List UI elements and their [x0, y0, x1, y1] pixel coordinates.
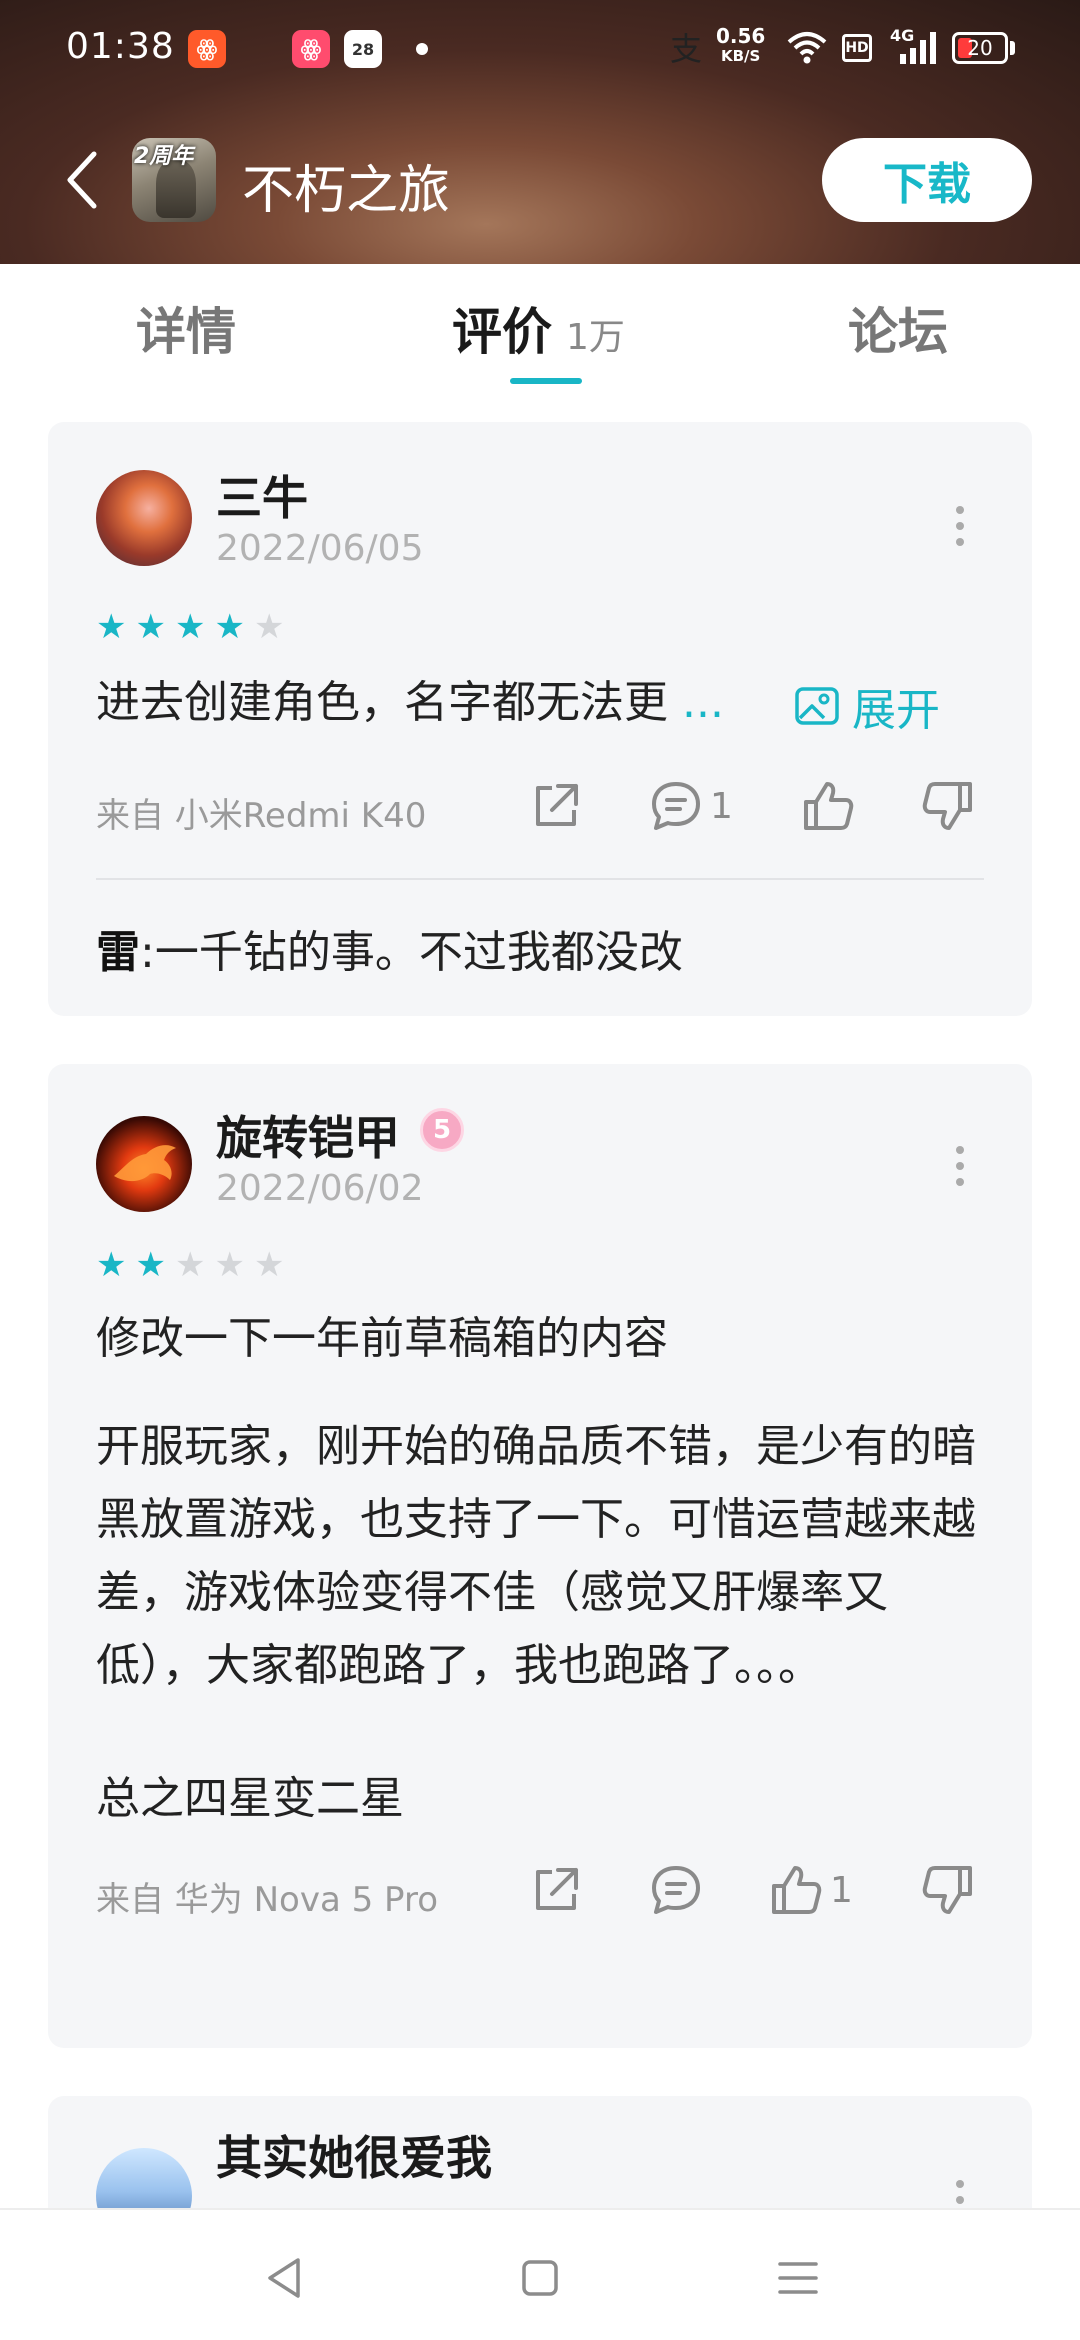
more-notifications-dot: [416, 43, 428, 55]
review-username[interactable]: 其实她很爱我: [216, 2122, 492, 2188]
share-icon: [536, 1868, 578, 1910]
star-filled-icon: ★: [174, 607, 206, 647]
reply-preview[interactable]: 雷:一千钻的事。不过我都没改: [96, 916, 683, 980]
star-rating: ★ ★ ★ ★ ★: [96, 610, 284, 644]
share-button[interactable]: [528, 1862, 584, 1918]
star-filled-icon: ★: [96, 1245, 127, 1285]
tab-details[interactable]: 详情: [136, 292, 236, 364]
thumbs-up-icon: [772, 1866, 822, 1914]
review-card[interactable]: 三牛 2022/06/05 ★ ★ ★ ★ ★ 进去创建角色，名字都无法更 ... 展开…: [48, 422, 1032, 1016]
more-options-icon[interactable]: [954, 1146, 966, 1186]
comment-icon: [652, 782, 700, 830]
system-navigation-bar: [0, 2208, 1080, 2340]
avatar[interactable]: [96, 470, 192, 566]
more-options-icon[interactable]: [954, 506, 966, 546]
thumbs-up-icon: [804, 782, 854, 830]
comment-button[interactable]: 1: [648, 778, 733, 834]
expand-button[interactable]: 展开: [794, 669, 940, 742]
signal-icon: [900, 32, 936, 64]
app-header: 01:38 ꙮ 支 ꙮ 28 0.56 KB/S HD 4G 20 2周年 不朽…: [0, 0, 1080, 264]
star-rating: ★ ★ ★ ★ ★: [96, 1248, 284, 1282]
tab-reviews[interactable]: 评价 1万: [452, 292, 625, 364]
app-notification-icon: ꙮ: [188, 30, 226, 68]
network-speed: 0.56 KB/S: [716, 24, 766, 65]
star-empty-icon: ★: [214, 1245, 245, 1285]
review-date: 2022/06/02: [216, 1168, 424, 1209]
dislike-button[interactable]: [920, 1862, 976, 1918]
review-text: 进去创建角色，名字都无法更 ...: [96, 677, 724, 728]
divider: [96, 878, 984, 880]
fire-horse-icon: [114, 1145, 176, 1182]
hd-voice-icon: HD: [842, 34, 872, 62]
avatar[interactable]: [96, 1116, 192, 1212]
status-bar: 01:38 ꙮ 支 ꙮ 28 0.56 KB/S HD 4G 20: [0, 0, 1080, 100]
review-device-source: 来自 华为 Nova 5 Pro: [96, 1880, 438, 1920]
review-body: 开服玩家，刚开始的确品质不错，是少有的暗黑放置游戏，也支持了一下。可惜运营越来越…: [96, 1421, 976, 1691]
review-conclusion: 总之四星变二星: [96, 1773, 404, 1824]
star-filled-icon: ★: [96, 607, 127, 647]
thumbs-down-icon: [922, 782, 972, 830]
nav-home-icon[interactable]: [512, 2250, 568, 2306]
active-tab-indicator: [510, 378, 582, 384]
status-time: 01:38: [66, 26, 175, 67]
comment-count: 1: [710, 785, 733, 827]
reply-text: :一千钻的事。不过我都没改: [140, 927, 683, 978]
review-card[interactable]: 旋转铠甲 5 2022/06/02 ★ ★ ★ ★ ★ 修改一下一年前草稿箱的内容 开服…: [48, 1064, 1032, 2048]
nav-back-icon[interactable]: [258, 2250, 314, 2306]
tab-forum[interactable]: 论坛: [848, 292, 948, 364]
thumbs-down-icon: [922, 1866, 972, 1914]
calendar-icon: 28: [344, 30, 382, 68]
download-button[interactable]: 下载: [822, 138, 1032, 222]
app-icon: 2周年: [132, 138, 216, 222]
app-title: 不朽之旅: [242, 161, 451, 221]
star-filled-icon: ★: [135, 607, 166, 647]
review-device-source: 来自 小米Redmi K40: [96, 796, 427, 836]
star-filled-icon: ★: [135, 1245, 166, 1285]
comment-icon: [652, 1866, 700, 1914]
review-count: 1万: [566, 317, 625, 358]
share-icon: [536, 784, 578, 826]
like-count: 1: [830, 1869, 853, 1911]
like-button[interactable]: [800, 778, 856, 834]
star-empty-icon: ★: [174, 1245, 206, 1285]
star-empty-icon: ★: [253, 607, 285, 647]
battery-icon: 20: [952, 32, 1008, 64]
dislike-button[interactable]: [920, 778, 976, 834]
review-title: 修改一下一年前草稿箱的内容: [96, 1313, 668, 1364]
star-filled-icon: ★: [214, 607, 245, 647]
share-button[interactable]: [528, 778, 584, 834]
wifi-icon: [787, 32, 827, 64]
review-date: 2022/06/05: [216, 528, 424, 569]
user-level-badge: 5: [420, 1108, 464, 1152]
back-arrow-icon[interactable]: [64, 150, 100, 210]
review-username[interactable]: 旋转铠甲: [216, 1102, 400, 1168]
comment-button[interactable]: [648, 1862, 710, 1918]
like-button[interactable]: 1: [768, 1862, 853, 1918]
star-empty-icon: ★: [253, 1245, 285, 1285]
reply-author: 雷: [96, 927, 140, 978]
app-notification-icon: ꙮ: [292, 30, 330, 68]
review-username[interactable]: 三牛: [216, 462, 308, 528]
nav-menu-icon[interactable]: [770, 2250, 826, 2306]
tab-bar: 详情 评价 1万 论坛: [0, 264, 1080, 394]
image-icon: [795, 686, 839, 725]
